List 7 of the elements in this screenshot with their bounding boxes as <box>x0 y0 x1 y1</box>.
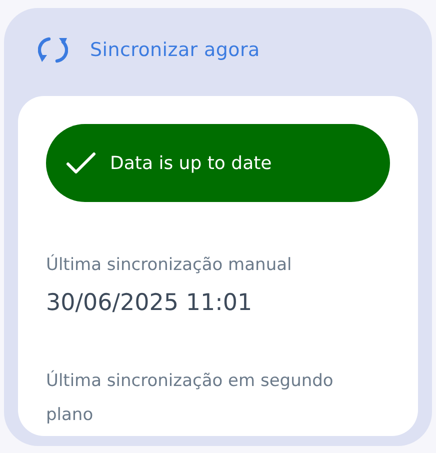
sync-icon <box>38 36 68 64</box>
sync-now-button[interactable]: Sincronizar agora <box>18 30 266 70</box>
status-text: Data is up to date <box>110 152 272 174</box>
field-label: Última sincronização em segundo plano <box>46 369 334 427</box>
field-value: 30/06/2025 11:01 <box>46 289 254 318</box>
field-label: Última sincronização manual <box>46 253 293 277</box>
check-icon <box>66 151 96 175</box>
